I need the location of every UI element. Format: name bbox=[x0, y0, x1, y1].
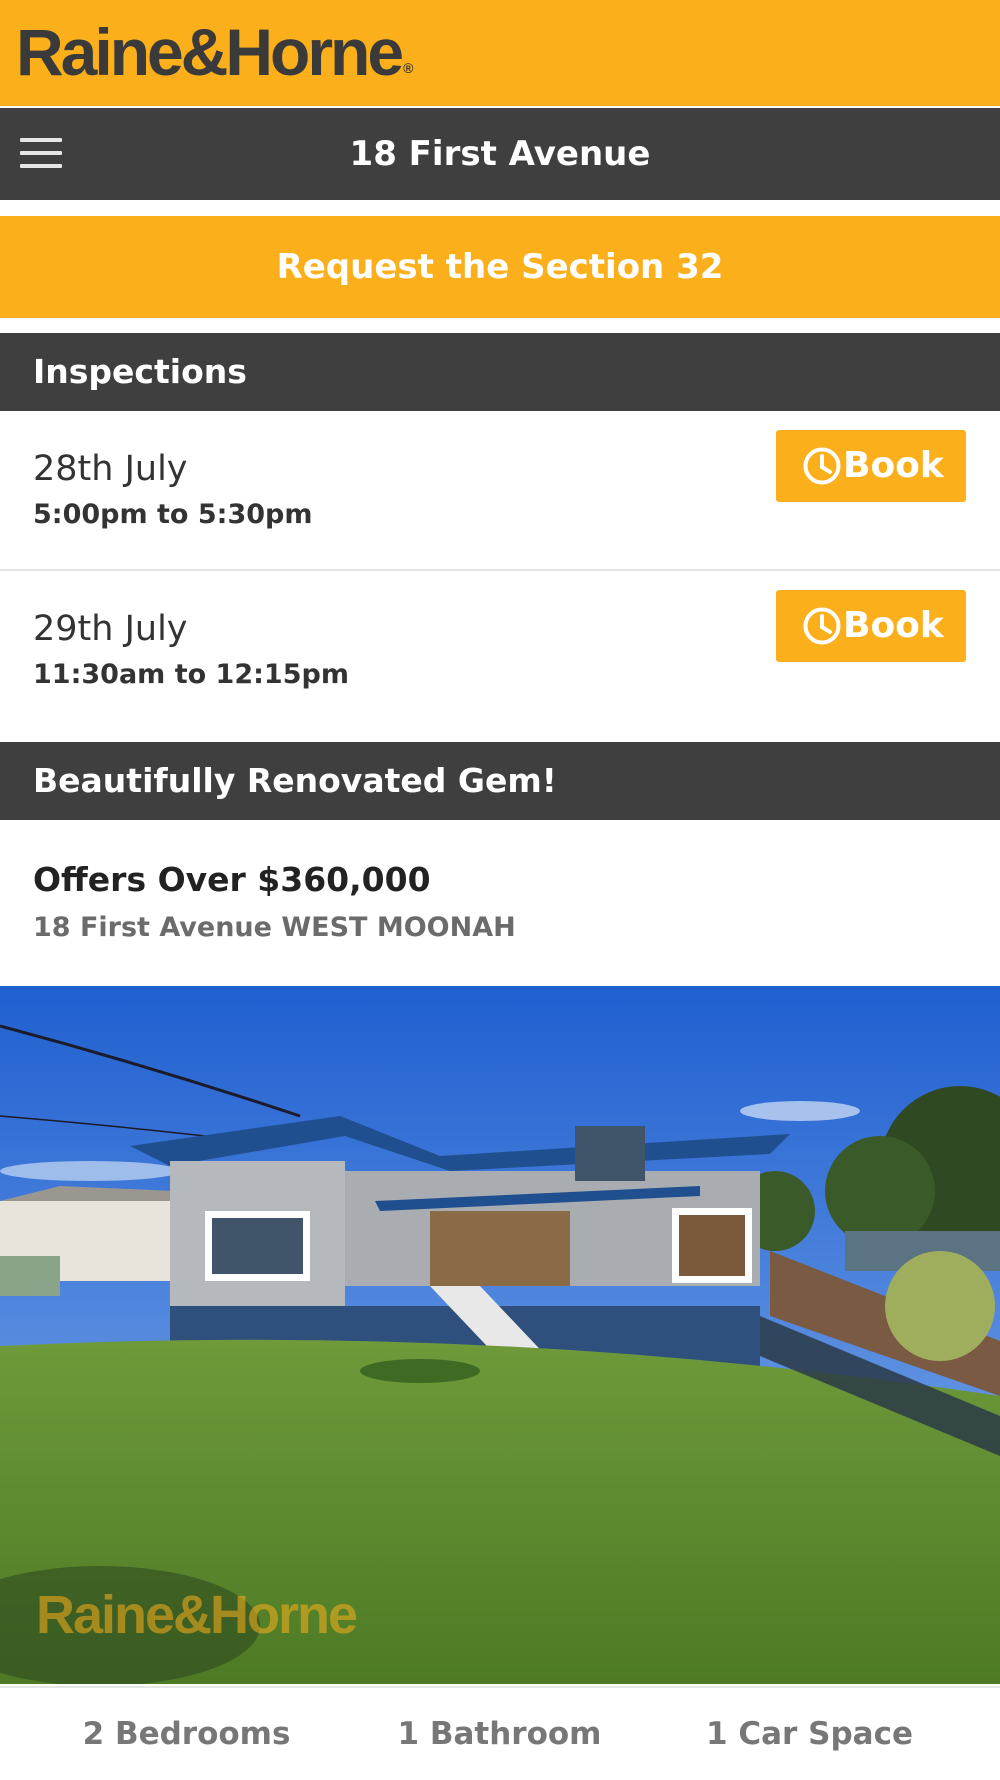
brand-header: Raine&Horne ® bbox=[0, 0, 1000, 106]
listing-address: 18 First Avenue WEST MOONAH bbox=[33, 912, 516, 943]
book-label: Book bbox=[843, 605, 944, 646]
clock-icon bbox=[803, 447, 841, 485]
raine-horne-logo[interactable]: Raine&Horne ® bbox=[16, 14, 413, 106]
page-title: 18 First Avenue bbox=[349, 134, 651, 174]
inspection-row: 28th July 5:00pm to 5:30pm Book bbox=[0, 411, 1000, 571]
inspection-date: 29th July bbox=[33, 609, 188, 649]
bedrooms-feature: 2 Bedrooms bbox=[82, 1716, 291, 1752]
inspection-time: 5:00pm to 5:30pm bbox=[33, 499, 313, 530]
price-block: Offers Over $360,000 18 First Avenue WES… bbox=[0, 820, 1000, 986]
inspection-row: 29th July 11:30am to 12:15pm Book bbox=[0, 571, 1000, 729]
clock-icon bbox=[803, 607, 841, 645]
request-section-32-button[interactable]: Request the Section 32 bbox=[0, 216, 1000, 318]
house-photo-illustration bbox=[0, 986, 1000, 1684]
hamburger-menu-icon[interactable] bbox=[20, 136, 64, 170]
inspection-time: 11:30am to 12:15pm bbox=[33, 659, 349, 690]
photo-watermark-logo: Raine&Horne bbox=[36, 1585, 358, 1645]
registered-mark: ® bbox=[403, 60, 414, 76]
book-label: Book bbox=[843, 445, 944, 486]
book-inspection-button[interactable]: Book bbox=[776, 430, 966, 502]
book-inspection-button[interactable]: Book bbox=[776, 590, 966, 662]
logo-text: Raine&Horne bbox=[16, 15, 404, 89]
bathrooms-feature: 1 Bathroom bbox=[397, 1716, 602, 1752]
listing-price: Offers Over $360,000 bbox=[33, 860, 431, 899]
listing-headline: Beautifully Renovated Gem! bbox=[0, 742, 1000, 820]
property-photo[interactable]: Raine&Horne bbox=[0, 986, 1000, 1684]
inspections-heading: Inspections bbox=[0, 333, 1000, 411]
car-space-feature: 1 Car Space bbox=[706, 1716, 913, 1752]
nav-bar: 18 First Avenue bbox=[0, 108, 1000, 200]
property-features-bar: 2 Bedrooms 1 Bathroom 1 Car Space bbox=[0, 1686, 1000, 1780]
inspection-date: 28th July bbox=[33, 449, 188, 489]
